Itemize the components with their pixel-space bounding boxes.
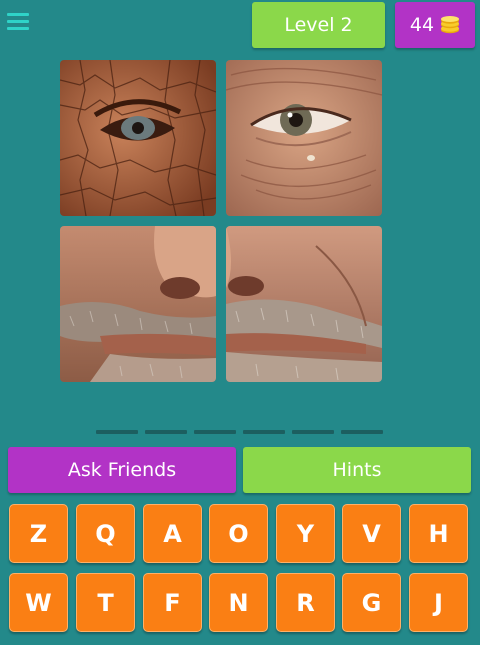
- picture-tile-1[interactable]: [60, 60, 216, 216]
- picture-tile-2[interactable]: [226, 60, 382, 216]
- answer-slot[interactable]: [194, 430, 236, 434]
- answer-slot[interactable]: [243, 430, 285, 434]
- menu-icon[interactable]: [6, 10, 30, 34]
- level-label: Level 2: [284, 14, 353, 36]
- answer-slot[interactable]: [96, 430, 138, 434]
- hints-button[interactable]: Hints: [243, 447, 471, 493]
- letter-key[interactable]: R: [276, 573, 335, 632]
- answer-slots: [96, 430, 386, 436]
- ask-friends-label: Ask Friends: [67, 459, 177, 481]
- letter-key[interactable]: H: [409, 504, 468, 563]
- letter-key[interactable]: Q: [76, 504, 135, 563]
- coin-stack-icon: [440, 16, 460, 34]
- letter-key[interactable]: Z: [9, 504, 68, 563]
- letter-key[interactable]: N: [209, 573, 268, 632]
- letter-key[interactable]: F: [143, 573, 202, 632]
- letter-key[interactable]: Y: [276, 504, 335, 563]
- letter-key[interactable]: V: [342, 504, 401, 563]
- level-button[interactable]: Level 2: [252, 2, 385, 48]
- answer-slot[interactable]: [292, 430, 334, 434]
- coin-count: 44: [409, 14, 435, 36]
- letter-key[interactable]: A: [143, 504, 202, 563]
- letter-key[interactable]: W: [9, 573, 68, 632]
- coins-button[interactable]: 44: [395, 2, 475, 48]
- hints-label: Hints: [332, 459, 382, 481]
- letter-key[interactable]: G: [342, 573, 401, 632]
- letter-key[interactable]: T: [76, 573, 135, 632]
- answer-slot[interactable]: [145, 430, 187, 434]
- answer-slot[interactable]: [341, 430, 383, 434]
- ask-friends-button[interactable]: Ask Friends: [8, 447, 236, 493]
- letter-key[interactable]: J: [409, 573, 468, 632]
- picture-tile-3[interactable]: [60, 226, 216, 382]
- picture-tile-4[interactable]: [226, 226, 382, 382]
- letter-key[interactable]: O: [209, 504, 268, 563]
